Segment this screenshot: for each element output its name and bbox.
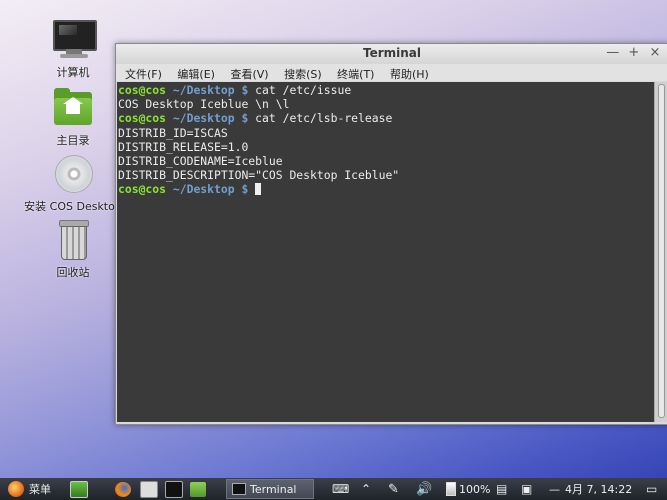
start-menu-button[interactable]: 菜单 bbox=[8, 478, 51, 500]
desktop-icon-install[interactable]: 安装 COS Desktop bbox=[20, 152, 126, 214]
minimize-button[interactable]: — bbox=[606, 45, 620, 60]
clock[interactable]: — 4月 7, 14:22 bbox=[549, 478, 632, 500]
show-desktop-corner[interactable]: ▭ bbox=[646, 478, 657, 500]
window-title: Terminal bbox=[362, 46, 422, 60]
desktop-icon-home[interactable]: 主目录 bbox=[20, 86, 126, 148]
terminal-text: DISTRIB_ID=ISCAS bbox=[118, 125, 228, 140]
menubar: 文件(F) 编辑(E) 查看(V) 搜索(S) 终端(T) 帮助(H) bbox=[116, 64, 667, 81]
terminal-output-line: DISTRIB_ID=ISCAS bbox=[118, 126, 654, 140]
launcher-folder[interactable] bbox=[190, 478, 206, 500]
desktop-icon-label: 主目录 bbox=[56, 134, 90, 147]
tools-icon: ✎ bbox=[388, 481, 399, 497]
terminal-command-line: cos@cos ~/Desktop $ cat /etc/lsb-release bbox=[118, 111, 654, 125]
battery-level: 100% bbox=[459, 482, 491, 496]
prompt-user: cos@cos bbox=[118, 111, 167, 126]
close-button[interactable]: × bbox=[648, 45, 662, 60]
terminal-command-line: cos@cos ~/Desktop $ cat /etc/issue bbox=[118, 83, 654, 97]
file-manager-icon bbox=[140, 480, 158, 498]
network-indicator[interactable]: ▤ bbox=[496, 478, 507, 500]
battery-icon bbox=[446, 482, 456, 496]
terminal-text: COS Desktop Iceblue \n \l bbox=[118, 97, 290, 112]
terminal-text: DISTRIB_DESCRIPTION="COS Desktop Iceblue… bbox=[118, 168, 400, 183]
keyboard-indicator[interactable]: ⌨ bbox=[332, 478, 349, 500]
terminal-icon bbox=[165, 480, 183, 498]
taskbar-task-terminal[interactable]: Terminal bbox=[226, 479, 314, 499]
desktop-icon-computer[interactable]: 计算机 bbox=[20, 18, 126, 80]
task-label: Terminal bbox=[250, 482, 297, 496]
terminal-text: DISTRIB_RELEASE=1.0 bbox=[118, 139, 249, 154]
network-icon: ▤ bbox=[496, 482, 508, 496]
menu-search[interactable]: 搜索(S) bbox=[278, 64, 328, 82]
home-folder-icon bbox=[52, 86, 94, 128]
clock-label: 4月 7, 14:22 bbox=[565, 483, 633, 496]
prompt-user: cos@cos bbox=[118, 182, 167, 197]
terminal-icon bbox=[232, 483, 246, 495]
prompt-path: ~/Desktop $ bbox=[172, 111, 249, 126]
desktop-icon-trash[interactable]: 回收站 bbox=[20, 218, 126, 280]
maximize-button[interactable]: + bbox=[627, 45, 641, 60]
terminal-output-line: COS Desktop Iceblue \n \l bbox=[118, 97, 654, 111]
terminal-window: Terminal — + × 文件(F) 编辑(E) 查看(V) 搜索(S) 终… bbox=[115, 43, 667, 425]
prompt-path: ~/Desktop $ bbox=[172, 182, 249, 197]
disc-icon bbox=[52, 152, 94, 194]
desktop-icon bbox=[70, 480, 88, 498]
menu-help[interactable]: 帮助(H) bbox=[384, 64, 435, 82]
menu-orb-icon bbox=[8, 481, 24, 497]
show-desktop-button[interactable] bbox=[70, 478, 88, 500]
desktop-icon-label: 安装 COS Desktop bbox=[24, 200, 122, 213]
tray-minimize-icon: — bbox=[549, 482, 560, 496]
terminal-output-line: DISTRIB_DESCRIPTION="COS Desktop Iceblue… bbox=[118, 168, 654, 182]
desktop-icon-label: 回收站 bbox=[56, 266, 90, 279]
terminal-text: DISTRIB_CODENAME=Iceblue bbox=[118, 154, 283, 169]
terminal-output-line: DISTRIB_CODENAME=Iceblue bbox=[118, 154, 654, 168]
monitor-icon: ▣ bbox=[521, 482, 533, 496]
computer-icon bbox=[52, 18, 97, 60]
keyboard-icon: ⌨ bbox=[332, 482, 350, 496]
terminal-command-line: cos@cos ~/Desktop $ bbox=[118, 182, 654, 196]
taskbar: 菜单 Terminal ⌨ ⌃ ✎ 🔊 100% ▤ ▣ — 4月 7, 14:… bbox=[0, 478, 667, 500]
tray-tools[interactable]: ✎ bbox=[388, 478, 399, 500]
terminal-text: cat /etc/lsb-release bbox=[248, 111, 393, 126]
window-titlebar[interactable]: Terminal — + × bbox=[116, 44, 667, 64]
menu-file[interactable]: 文件(F) bbox=[119, 64, 168, 82]
system-monitor[interactable]: ▣ bbox=[521, 478, 532, 500]
volume-icon: 🔊 bbox=[416, 481, 433, 497]
launcher-terminal[interactable] bbox=[165, 478, 183, 500]
scrollbar[interactable] bbox=[654, 82, 667, 422]
firefox-icon bbox=[115, 481, 131, 497]
prompt-user: cos@cos bbox=[118, 83, 167, 97]
volume-indicator[interactable]: 🔊 bbox=[416, 478, 432, 500]
scrollbar-thumb[interactable] bbox=[658, 84, 665, 418]
menu-edit[interactable]: 编辑(E) bbox=[171, 64, 221, 82]
terminal-output[interactable]: cos@cos ~/Desktop $ cat /etc/issue COS De… bbox=[117, 82, 654, 422]
prompt-path: ~/Desktop $ bbox=[172, 83, 249, 97]
terminal-cursor bbox=[255, 183, 262, 196]
tray-expand[interactable]: ⌃ bbox=[361, 478, 371, 500]
launcher-firefox[interactable] bbox=[115, 478, 131, 500]
launcher-files[interactable] bbox=[140, 478, 158, 500]
menu-terminal[interactable]: 终端(T) bbox=[331, 64, 380, 82]
trash-icon bbox=[52, 218, 94, 260]
terminal-text: cat /etc/issue bbox=[248, 83, 352, 97]
battery-indicator[interactable]: 100% bbox=[446, 478, 490, 500]
menu-view[interactable]: 查看(V) bbox=[224, 64, 274, 82]
folder-icon bbox=[190, 481, 206, 497]
start-menu-label: 菜单 bbox=[29, 483, 51, 496]
desktop-corner-icon: ▭ bbox=[646, 482, 658, 496]
desktop-icon-label: 计算机 bbox=[56, 66, 90, 79]
window-controls: — + × bbox=[603, 45, 662, 60]
chevron-up-icon: ⌃ bbox=[361, 482, 372, 496]
terminal-output-line: DISTRIB_RELEASE=1.0 bbox=[118, 140, 654, 154]
